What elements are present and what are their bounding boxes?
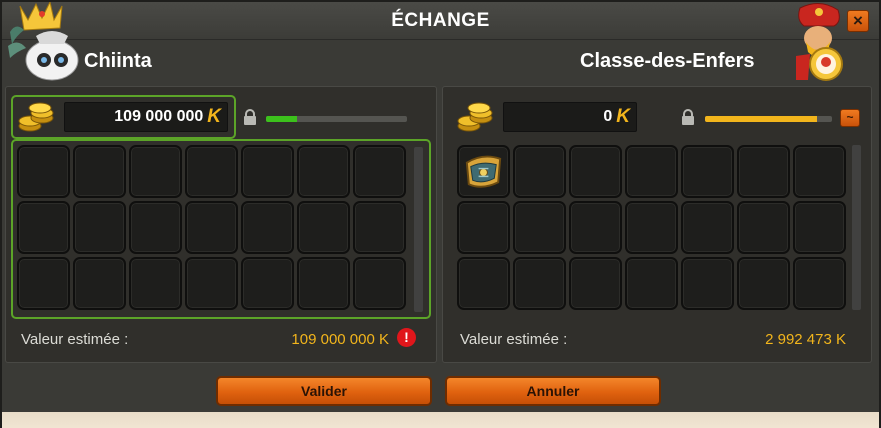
their-item-slot[interactable]	[513, 257, 566, 310]
their-item-slot[interactable]	[569, 201, 622, 254]
their-item-slot[interactable]	[737, 201, 790, 254]
their-kamas-value: 0	[603, 108, 613, 125]
my-item-slot[interactable]	[185, 145, 238, 198]
estimate-value-right: 2 992 473 K	[765, 331, 846, 348]
exchange-window: ÉCHANGE × Chiinta Classe-des-Enfers 109 …	[0, 0, 881, 428]
my-item-slot[interactable]	[353, 257, 406, 310]
their-item-slot[interactable]	[681, 257, 734, 310]
my-item-slot[interactable]	[17, 201, 70, 254]
their-offer-panel: 0 K ~ Valeur estimée : 2 992 473 K	[442, 86, 872, 363]
their-item-slot[interactable]	[569, 145, 622, 198]
their-item-slot[interactable]	[625, 145, 678, 198]
player-name-left: Chiinta	[84, 50, 152, 72]
my-offer-panel: 109 000 000 K Valeur estimée : 109 000 0…	[5, 86, 437, 363]
my-item-slot[interactable]	[353, 201, 406, 254]
close-button[interactable]: ×	[847, 10, 869, 32]
their-item-slot[interactable]	[625, 201, 678, 254]
my-item-slot[interactable]	[129, 201, 182, 254]
kamas-offer-box[interactable]: 109 000 000 K	[11, 95, 236, 139]
kama-icon: K	[616, 106, 630, 127]
their-progress-bar	[705, 116, 832, 122]
my-item-slot[interactable]	[17, 145, 70, 198]
their-kamas-box: 0 K	[455, 95, 665, 139]
their-item-slot[interactable]	[793, 257, 846, 310]
offer-progress-fill	[266, 116, 298, 122]
my-item-slot[interactable]	[241, 201, 294, 254]
their-items-area	[455, 139, 863, 319]
kamas-coins-icon	[18, 102, 54, 132]
window-title: ÉCHANGE	[391, 10, 490, 31]
their-item-slot[interactable]	[681, 145, 734, 198]
warning-icon[interactable]: !	[397, 328, 416, 347]
my-item-slot[interactable]	[129, 257, 182, 310]
kamas-value: 109 000 000	[114, 108, 204, 125]
their-item-slot[interactable]	[737, 257, 790, 310]
their-item-slot[interactable]	[457, 201, 510, 254]
my-item-slot[interactable]	[17, 257, 70, 310]
their-item-slot[interactable]	[569, 257, 622, 310]
estimate-label-left: Valeur estimée :	[21, 331, 129, 348]
their-item-slot[interactable]	[681, 201, 734, 254]
their-item-slot[interactable]	[513, 201, 566, 254]
their-item-slot[interactable]	[793, 201, 846, 254]
their-progress-fill	[705, 116, 817, 122]
title-bar[interactable]: ÉCHANGE ×	[2, 2, 879, 40]
player-avatar-right	[796, 3, 843, 81]
their-items-scrollbar[interactable]	[852, 145, 861, 310]
my-item-slot[interactable]	[297, 201, 350, 254]
validate-button[interactable]: Valider	[216, 376, 432, 406]
close-icon: ×	[853, 11, 863, 30]
my-item-slot[interactable]	[241, 145, 294, 198]
lock-icon	[244, 109, 256, 125]
their-item-slot[interactable]	[457, 145, 510, 198]
my-item-slot[interactable]	[73, 257, 126, 310]
my-item-slot[interactable]	[73, 145, 126, 198]
belt-item-icon	[465, 155, 502, 188]
their-item-slot[interactable]	[457, 257, 510, 310]
my-item-slot[interactable]	[129, 145, 182, 198]
their-item-slot[interactable]	[513, 145, 566, 198]
my-item-slot[interactable]	[185, 201, 238, 254]
my-item-slot[interactable]	[185, 257, 238, 310]
estimate-label-right: Valeur estimée :	[460, 331, 568, 348]
my-item-slot[interactable]	[73, 201, 126, 254]
their-items-grid	[457, 145, 846, 310]
my-item-slot[interactable]	[297, 257, 350, 310]
my-items-area[interactable]	[11, 139, 431, 319]
my-items-scrollbar[interactable]	[414, 147, 423, 312]
their-item-slot[interactable]	[793, 145, 846, 198]
estimate-value-left: 109 000 000 K	[291, 331, 389, 348]
transfer-icon[interactable]: ~	[840, 109, 860, 127]
player-avatar-left	[8, 2, 79, 81]
their-item-slot[interactable]	[625, 257, 678, 310]
kama-icon: K	[207, 106, 221, 127]
their-item-slot[interactable]	[737, 145, 790, 198]
background-strip	[2, 412, 879, 428]
my-item-slot[interactable]	[353, 145, 406, 198]
cancel-button[interactable]: Annuler	[445, 376, 661, 406]
kamas-input[interactable]: 109 000 000 K	[64, 102, 228, 132]
kamas-coins-icon	[457, 102, 493, 132]
my-item-slot[interactable]	[241, 257, 294, 310]
player-name-right: Classe-des-Enfers	[580, 50, 755, 72]
lock-icon	[682, 109, 694, 125]
their-kamas-display: 0 K	[503, 102, 637, 132]
my-items-grid	[17, 145, 406, 310]
my-item-slot[interactable]	[297, 145, 350, 198]
offer-progress-bar	[266, 116, 407, 122]
